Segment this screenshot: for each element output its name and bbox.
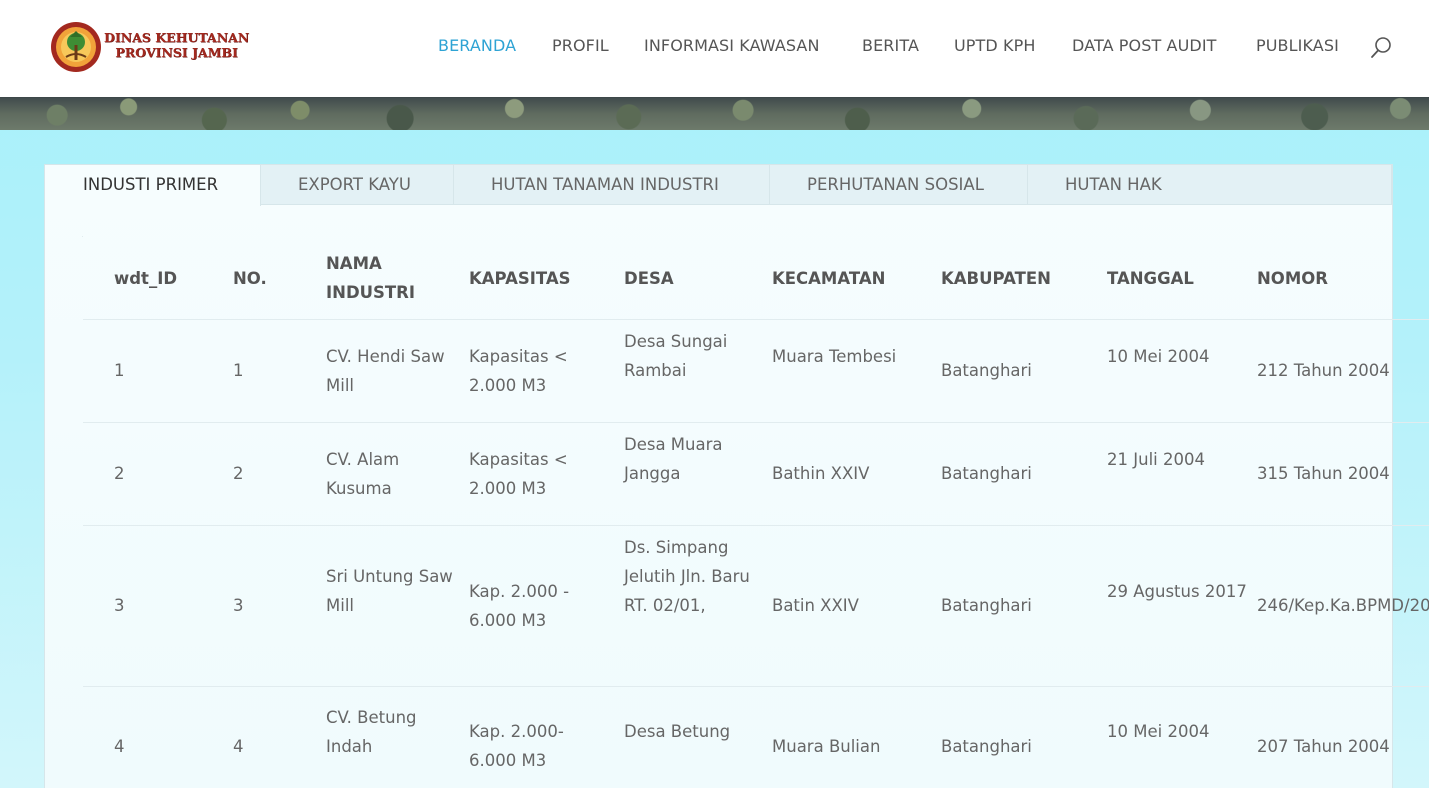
tab-bar: INDUSTI PRIMER EXPORT KAYU HUTAN TANAMAN…: [45, 165, 1392, 206]
search-icon[interactable]: [1369, 35, 1393, 61]
logo-line-2: PROVINSI JAMBI: [115, 45, 238, 60]
site-header: DINAS KEHUTANAN PROVINSI JAMBI BERANDA P…: [0, 0, 1429, 97]
tab-industi-primer[interactable]: INDUSTI PRIMER: [45, 165, 261, 206]
logo-emblem-icon: [51, 22, 101, 72]
cell-desa: Desa Betung: [624, 722, 731, 741]
cell-id: 2: [114, 464, 125, 483]
table-grid: wdt_ID NO. NAMA INDUSTRI KAPASITAS DESA KECAM…: [82, 236, 1429, 770]
cell-desa: Desa Muara Jangga: [624, 435, 723, 483]
cell-id: 4: [114, 736, 125, 756]
cell-kabupaten: Batanghari: [941, 361, 1032, 380]
header-tanggal[interactable]: TANGGAL: [1107, 264, 1247, 293]
cell-no: 4: [233, 736, 244, 756]
cell-nama-industri: CV. Hendi Saw Mill: [326, 346, 445, 395]
cell-nomor: 207 Tahun 2004: [1257, 736, 1390, 756]
cell-kecamatan: Bathin XXIV: [772, 464, 870, 483]
cell-nomor: 212 Tahun 2004: [1257, 361, 1390, 380]
site-logo[interactable]: DINAS KEHUTANAN PROVINSI JAMBI: [50, 21, 250, 75]
cell-tanggal: 10 Mei 2004: [1107, 346, 1210, 366]
table-row: 1 1 CV. Hendi Saw Mill Kapasitas < 2.000 M3…: [83, 319, 1429, 422]
cell-tanggal: 29 Agustus 2017: [1107, 581, 1247, 601]
cell-kabupaten: Batanghari: [941, 736, 1032, 756]
cell-kapasitas: Kapasitas < 2.000 M3: [469, 449, 568, 498]
nav-beranda[interactable]: BERANDA: [438, 36, 516, 55]
cell-no: 3: [233, 596, 244, 615]
cell-nomor: 315 Tahun 2004: [1257, 464, 1390, 483]
header-id[interactable]: wdt_ID: [114, 264, 224, 293]
cell-nama-industri: CV. Alam Kusuma: [326, 449, 400, 498]
data-table: wdt_ID NO. NAMA INDUSTRI KAPASITAS DESA KECAM…: [82, 236, 1429, 788]
cell-tanggal: 10 Mei 2004: [1107, 722, 1210, 741]
nav-informasi-kawasan[interactable]: INFORMASI KAWASAN: [644, 36, 820, 55]
cell-kecamatan: Muara Tembesi: [772, 346, 897, 366]
header-desa[interactable]: DESA: [624, 264, 759, 293]
table-row: 2 2 CV. Alam Kusuma Kapasitas < 2.000 M3 Des…: [83, 422, 1429, 525]
tab-export-kayu[interactable]: EXPORT KAYU: [260, 165, 454, 205]
cell-nomor: 246/Kep.Ka.BPMD/20: [1257, 596, 1429, 615]
tab-perhutanan-sosial[interactable]: PERHUTANAN SOSIAL: [769, 165, 1028, 205]
nav-uptd-kph[interactable]: UPTD KPH: [954, 36, 1036, 55]
tab-hutan-tanaman-industri[interactable]: HUTAN TANAMAN INDUSTRI: [453, 165, 770, 205]
tab-hutan-hak[interactable]: HUTAN HAK: [1027, 165, 1392, 205]
table-row: 3 3 Sri Untung Saw Mill Kap. 2.000 - 6.000 …: [83, 525, 1429, 686]
cell-kabupaten: Batanghari: [941, 596, 1032, 615]
hero-banner: [0, 97, 1429, 130]
nav-data-post-audit[interactable]: DATA POST AUDIT: [1072, 36, 1217, 55]
cell-no: 1: [233, 361, 244, 380]
cell-id: 1: [114, 361, 125, 380]
cell-kapasitas: Kap. 2.000- 6.000 M3: [469, 722, 564, 770]
cell-desa: Ds. Simpang Jelutih Jln. Baru RT. 02/01,: [624, 538, 750, 615]
table-row: 4 4 CV. Betung Indah Kap. 2.000- 6.000 M3 De…: [83, 686, 1429, 788]
nav-berita[interactable]: BERITA: [862, 36, 919, 55]
cell-kapasitas: Kap. 2.000 - 6.000 M3: [469, 581, 570, 630]
cell-kecamatan: Batin XXIV: [772, 596, 859, 615]
logo-text: DINAS KEHUTANAN PROVINSI JAMBI: [104, 30, 249, 60]
cell-nama-industri: Sri Untung Saw Mill: [326, 567, 453, 615]
header-kecamatan[interactable]: KECAMATAN: [772, 264, 932, 293]
header-no[interactable]: NO.: [233, 264, 318, 293]
nav-publikasi[interactable]: PUBLIKASI: [1256, 36, 1339, 55]
cell-kecamatan: Muara Bulian: [772, 736, 881, 756]
cell-kapasitas: Kapasitas < 2.000 M3: [469, 346, 568, 395]
header-kabupaten[interactable]: KABUPATEN: [941, 264, 1091, 293]
nav-profil[interactable]: PROFIL: [552, 36, 609, 55]
cell-kabupaten: Batanghari: [941, 464, 1032, 483]
logo-line-1: DINAS KEHUTANAN: [104, 30, 250, 45]
cell-tanggal: 21 Juli 2004: [1107, 449, 1205, 469]
cell-no: 2: [233, 464, 244, 483]
header-nama-industri[interactable]: NAMA INDUSTRI: [326, 249, 456, 307]
header-nomor[interactable]: NOMOR: [1257, 264, 1429, 293]
cell-desa: Desa Sungai Rambai: [624, 332, 728, 380]
cell-nama-industri: CV. Betung Indah: [326, 707, 417, 756]
cell-id: 3: [114, 596, 125, 615]
header-kapasitas[interactable]: KAPASITAS: [469, 264, 609, 293]
